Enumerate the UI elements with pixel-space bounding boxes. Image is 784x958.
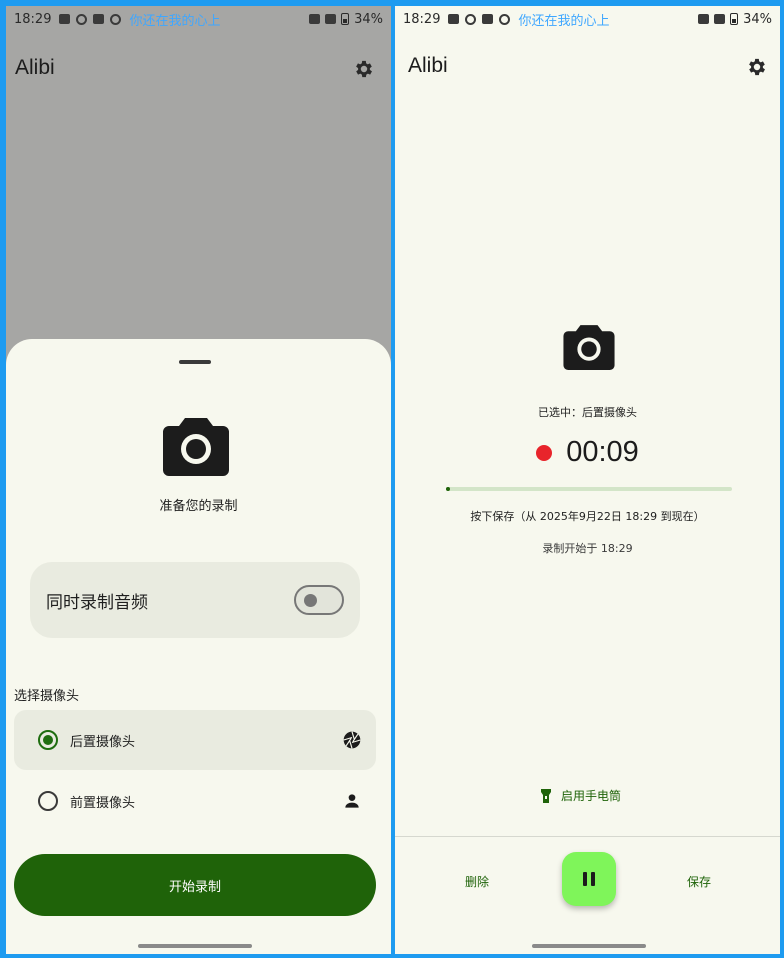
progress-fill (446, 487, 451, 491)
recording-progress-bar (446, 487, 732, 491)
battery-icon (341, 13, 350, 25)
pause-icon (583, 872, 595, 886)
audio-toggle-card[interactable]: 同时录制音频 (30, 562, 360, 638)
status-right: 34% (698, 12, 772, 27)
flashlight-label: 启用手电筒 (561, 789, 622, 803)
right-screen: 18:29 你还在我的心上 34% Alibi 已选中：后置摄像头 00:09 … (395, 6, 780, 954)
bottom-sheet: 准备您的录制 同时录制音频 选择摄像头 后置摄像头 前置摄像头 开始录制 (6, 339, 391, 954)
app-title: Alibi (15, 56, 55, 79)
status-bar: 18:29 你还在我的心上 34% (6, 6, 391, 32)
flashlight-button[interactable]: 启用手电筒 (539, 787, 621, 804)
message-icon (448, 14, 460, 24)
aperture-icon (343, 731, 361, 749)
delete-button[interactable]: 删除 (465, 873, 489, 890)
settings-gear-icon[interactable] (353, 58, 375, 80)
app-title: Alibi (408, 54, 448, 77)
audio-toggle-switch[interactable] (294, 585, 344, 615)
left-screen: 18:29 你还在我的心上 34% Alibi 准备您的录制 同时录制音频 选择… (6, 6, 391, 954)
battery-percent: 34% (354, 11, 383, 27)
battery-icon (730, 13, 739, 25)
settings-gear-icon[interactable] (746, 56, 768, 78)
gesture-nav-bar[interactable] (138, 944, 252, 948)
notification-icons (448, 13, 511, 25)
message-icon (59, 14, 71, 24)
recording-timer: 00:09 (566, 436, 639, 468)
shield-icon (499, 13, 511, 25)
gesture-nav-bar[interactable] (532, 944, 646, 948)
camera-icon (163, 418, 229, 476)
mute-icon (309, 14, 321, 24)
sync-icon (76, 13, 88, 25)
start-recording-button[interactable]: 开始录制 (14, 854, 376, 916)
camera-option-label: 后置摄像头 (70, 734, 136, 750)
ready-text: 准备您的录制 (159, 499, 238, 514)
mail-icon (93, 14, 105, 24)
audio-toggle-label: 同时录制音频 (46, 592, 148, 613)
selected-camera-text: 已选中：后置摄像头 (538, 406, 637, 419)
sync-icon (465, 13, 477, 25)
recording-start-text: 录制开始于 18:29 (542, 542, 633, 555)
person-icon (345, 794, 359, 808)
recording-timer-row: 00:09 (395, 436, 780, 469)
camera-option-front[interactable]: 前置摄像头 (14, 771, 376, 831)
status-right: 34% (309, 12, 383, 27)
radio-button[interactable] (38, 791, 58, 811)
status-time: 18:29 (14, 11, 52, 27)
wifi-icon (714, 14, 726, 24)
radio-button-selected[interactable] (38, 730, 58, 750)
mail-icon (482, 14, 494, 24)
mute-icon (698, 14, 710, 24)
music-marquee: 你还在我的心上 (129, 13, 221, 29)
status-time: 18:29 (403, 11, 441, 27)
camera-option-back[interactable]: 后置摄像头 (14, 710, 376, 770)
toggle-knob (304, 594, 317, 607)
recording-dot-icon (536, 444, 553, 461)
music-marquee: 你还在我的心上 (518, 13, 610, 29)
wifi-icon (325, 14, 337, 24)
pause-button[interactable] (562, 852, 616, 906)
camera-icon (563, 325, 615, 370)
camera-section-title: 选择摄像头 (14, 689, 80, 704)
shield-icon (110, 13, 122, 25)
camera-option-label: 前置摄像头 (70, 795, 136, 811)
save-button[interactable]: 保存 (687, 873, 711, 890)
drag-handle[interactable] (179, 360, 211, 364)
notification-icons (59, 13, 122, 25)
battery-percent: 34% (743, 11, 772, 27)
flashlight-icon (541, 788, 551, 803)
status-bar: 18:29 你还在我的心上 34% (395, 6, 780, 32)
save-hint-text: 按下保存（从 2025年9月22日 18:29 到现在） (470, 510, 705, 523)
recording-controls-bar: 删除 保存 (395, 836, 780, 954)
